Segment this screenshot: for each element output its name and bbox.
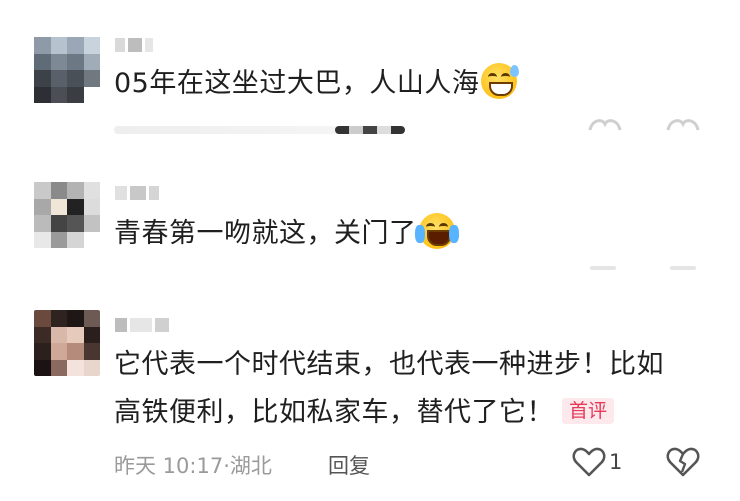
first-comment-badge: 首评 xyxy=(562,398,615,424)
meta-row-cropped xyxy=(335,126,405,134)
meta-row-cropped xyxy=(670,266,696,270)
comment-text: 05年在这坐过大巴，人山人海 xyxy=(114,62,520,106)
grinning-sweat-emoji xyxy=(481,63,520,99)
meta-row-cropped xyxy=(114,126,354,134)
meta-row-cropped xyxy=(590,266,616,270)
heart-outline-icon[interactable] xyxy=(588,116,622,132)
broken-heart-icon[interactable] xyxy=(666,116,700,132)
comment-text: 青春第一吻就这，关门了 xyxy=(114,212,459,256)
comment-text-line-1: 它代表一个时代结束，也代表一种进步！比如 xyxy=(114,349,664,380)
comment-time: 昨天 10:17 xyxy=(114,454,224,478)
comment-meta: 昨天 10:17·湖北 xyxy=(114,450,272,480)
avatar[interactable] xyxy=(34,310,100,376)
username-blurred[interactable] xyxy=(115,38,153,52)
comment-location: 湖北 xyxy=(229,454,272,478)
heart-outline-icon[interactable] xyxy=(572,446,606,478)
username-blurred[interactable] xyxy=(115,318,169,332)
reply-button[interactable]: 回复 xyxy=(328,450,370,480)
username-blurred[interactable] xyxy=(115,186,159,200)
meta-separator: · xyxy=(223,454,230,478)
avatar[interactable] xyxy=(34,182,100,248)
like-count: 1 xyxy=(609,450,623,474)
crying-laughing-emoji xyxy=(414,213,459,249)
broken-heart-icon[interactable] xyxy=(666,446,700,478)
comment-text-line-2: 高铁便利，比如私家车，替代了它！ 首评 xyxy=(114,391,615,435)
avatar[interactable] xyxy=(34,37,100,103)
